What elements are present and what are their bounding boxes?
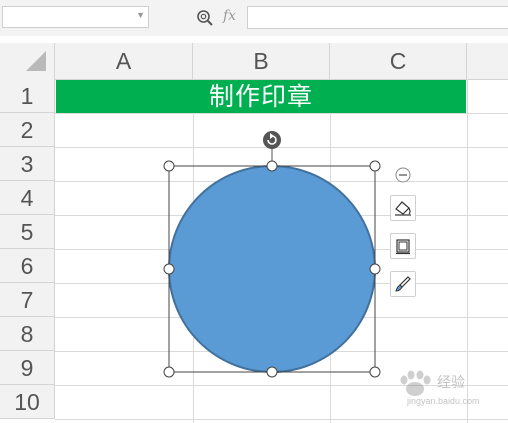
resize-handle[interactable] bbox=[369, 263, 381, 275]
resize-handle[interactable] bbox=[163, 160, 175, 172]
rotate-handle-icon[interactable] bbox=[263, 131, 281, 149]
resize-handle[interactable] bbox=[266, 160, 278, 172]
watermark-title: 经验 bbox=[437, 375, 465, 391]
watermark: 经验 jingyan.baidu.com bbox=[395, 370, 490, 410]
watermark-url: jingyan.baidu.com bbox=[407, 396, 480, 406]
format-brush-button[interactable] bbox=[390, 271, 416, 297]
shape-outline-icon bbox=[396, 239, 410, 255]
shape-layer bbox=[163, 131, 381, 378]
resize-handle[interactable] bbox=[369, 160, 381, 172]
collapse-icon[interactable] bbox=[395, 167, 411, 183]
paw-logo-icon bbox=[400, 370, 431, 396]
circle-shape[interactable] bbox=[168, 165, 376, 373]
format-brush-icon bbox=[395, 276, 411, 292]
resize-handle[interactable] bbox=[163, 366, 175, 378]
resize-handle[interactable] bbox=[266, 366, 278, 378]
resize-handle[interactable] bbox=[369, 366, 381, 378]
shape-outline-button[interactable] bbox=[390, 233, 416, 259]
resize-handle[interactable] bbox=[163, 263, 175, 275]
shape-style-button[interactable] bbox=[390, 195, 416, 221]
shape-style-icon bbox=[395, 201, 411, 216]
